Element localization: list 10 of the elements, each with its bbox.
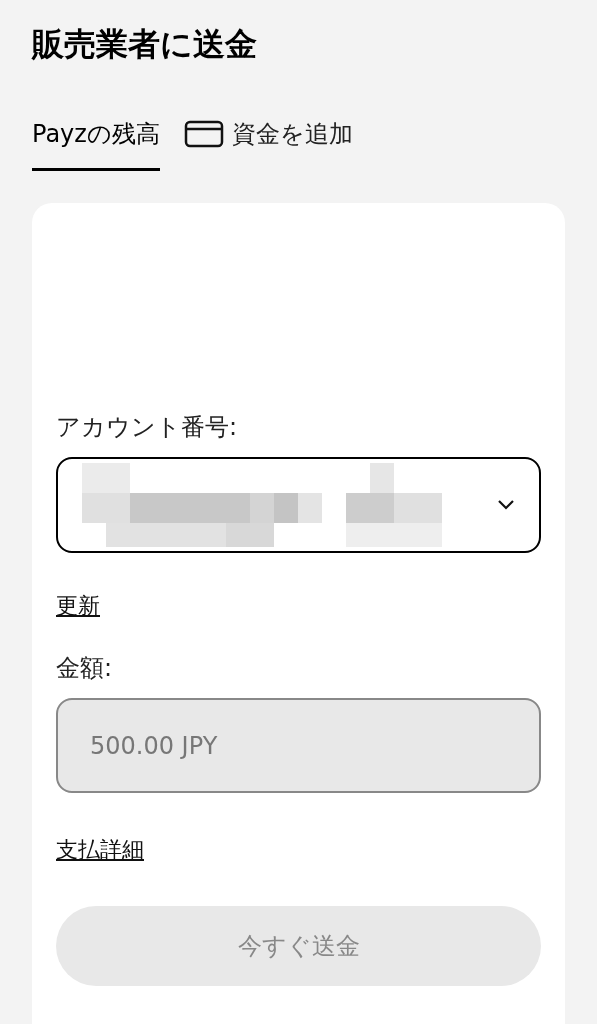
chevron-down-icon <box>497 499 515 511</box>
page-title: 販売業者に送金 <box>32 24 258 64</box>
account-select[interactable] <box>56 457 541 553</box>
field-label: アカウント番号: <box>56 412 239 443</box>
tab[interactable]: 資金を追加 <box>183 116 353 171</box>
field-label: 金額: <box>56 653 114 684</box>
card-icon <box>183 120 224 148</box>
payment-details-link[interactable]: 支払詳細 <box>56 833 144 866</box>
refresh-link[interactable]: 更新 <box>56 589 100 622</box>
tab[interactable]: Payzの残高 <box>32 116 160 171</box>
